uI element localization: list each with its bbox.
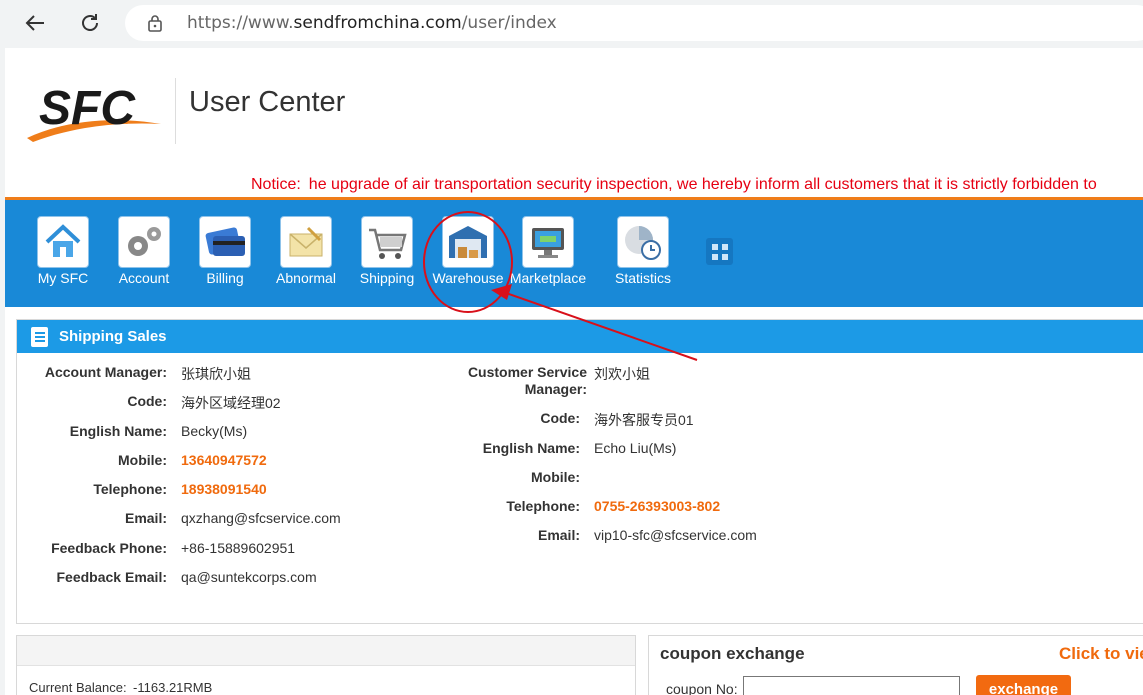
balance-panel: Current Balance: -1163.21RMB [16, 635, 636, 695]
info-row: Telephone: 0755-26393003-802 [17, 498, 720, 518]
info-value: 海外客服专员01 [594, 412, 694, 428]
reload-icon[interactable] [76, 9, 104, 37]
nav-label: My SFC [37, 270, 89, 286]
browser-toolbar: https://www.sendfromchina.com/user/index [0, 0, 1143, 46]
telephone-value: 0755-26393003-802 [594, 498, 721, 514]
shopping-cart-icon [361, 216, 413, 268]
shipping-sales-panel: Shipping Sales Account Manager: 张琪欣小姐 Co… [16, 319, 1143, 624]
info-row: English Name: Echo Liu(Ms) [17, 440, 677, 460]
nav-item-warehouse[interactable]: Warehouse [432, 216, 504, 292]
credit-card-icon [199, 216, 251, 268]
nav-label: Marketplace [509, 270, 587, 286]
nav-item-statistics[interactable]: Statistics [607, 216, 679, 292]
panel-header: Shipping Sales [17, 320, 1143, 353]
nav-item-my-sfc[interactable]: My SFC [27, 216, 99, 292]
nav-item-abnormal[interactable]: Abnormal [270, 216, 342, 292]
url-text: https://www.sendfromchina.com/user/index [187, 13, 557, 33]
coupon-view-link[interactable]: Click to vie [1059, 644, 1143, 664]
sfc-logo[interactable]: SFC [25, 80, 165, 144]
info-row: Code: 海外客服专员01 [17, 410, 693, 430]
coupon-input[interactable] [743, 676, 960, 695]
info-label: Customer Service Manager: [467, 364, 587, 397]
nav-label: Statistics [614, 270, 671, 286]
info-value: 刘欢小姐 [594, 366, 650, 382]
coupon-label: coupon No: [666, 681, 738, 695]
info-value: Echo Liu(Ms) [594, 440, 677, 456]
envelope-icon [280, 216, 332, 268]
monitor-icon [522, 216, 574, 268]
back-arrow-icon[interactable] [21, 9, 49, 37]
nav-item-account[interactable]: Account [108, 216, 180, 292]
info-row: Email: vip10-sfc@sfcservice.com [17, 527, 757, 547]
info-row: Customer Service Manager: 刘欢小姐 [17, 364, 650, 400]
lock-icon[interactable] [147, 14, 163, 37]
nav-item-marketplace[interactable]: Marketplace [510, 216, 586, 292]
nav-label: Account [118, 270, 170, 286]
current-balance: Current Balance: -1163.21RMB [29, 680, 213, 695]
header-divider [175, 78, 176, 144]
logo-text: SFC [39, 82, 136, 135]
nav-label: Shipping [359, 270, 415, 286]
coupon-title: coupon exchange [660, 644, 805, 663]
info-label: Code: [540, 410, 580, 426]
warehouse-icon [442, 216, 494, 268]
info-label: Telephone: [506, 498, 580, 514]
email-value: vip10-sfc@sfcservice.com [594, 527, 757, 543]
clock-chart-icon [617, 216, 669, 268]
info-label: Email: [537, 527, 580, 543]
document-icon [29, 325, 51, 353]
balance-panel-header [17, 636, 635, 666]
home-icon [37, 216, 89, 268]
main-nav: My SFC Account Billing Abnormal Shipping [5, 197, 1143, 307]
info-value: qa@suntekcorps.com [181, 569, 317, 585]
nav-label: Abnormal [276, 270, 336, 286]
info-row: Mobile: [17, 469, 580, 489]
nav-item-billing[interactable]: Billing [189, 216, 261, 292]
info-label: Mobile: [531, 469, 580, 485]
nav-item-shipping[interactable]: Shipping [351, 216, 423, 292]
exchange-button[interactable]: exchange [976, 675, 1071, 695]
panel-title: Shipping Sales [59, 328, 167, 345]
nav-label: Billing [206, 270, 244, 286]
nav-label: Warehouse [432, 270, 504, 286]
gears-icon [118, 216, 170, 268]
info-row: Feedback Email: qa@suntekcorps.com [17, 569, 317, 589]
address-bar[interactable]: https://www.sendfromchina.com/user/index [125, 5, 1143, 41]
notice-marquee: Notice: he upgrade of air transportation… [251, 176, 1097, 193]
page-title: User Center [189, 86, 346, 118]
info-label: Feedback Email: [56, 569, 168, 585]
info-label: English Name: [482, 440, 580, 456]
grid-icon[interactable] [706, 238, 733, 265]
coupon-panel: coupon exchange Click to vie coupon No: … [648, 635, 1143, 695]
page-content: SFC User Center Notice: he upgrade of ai… [5, 48, 1143, 695]
